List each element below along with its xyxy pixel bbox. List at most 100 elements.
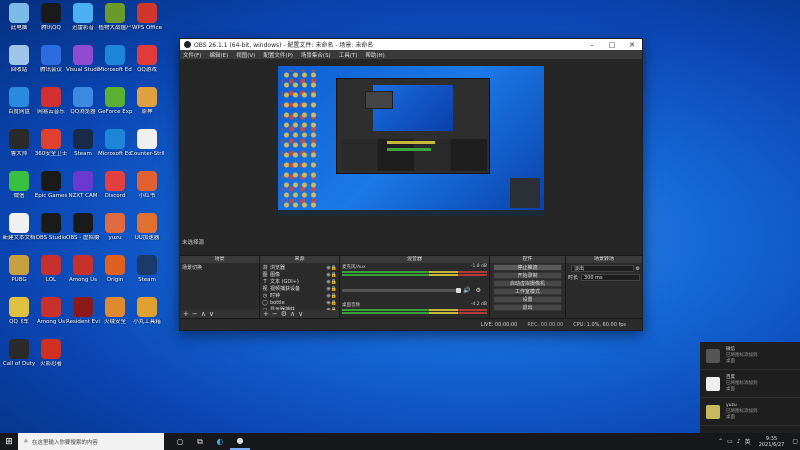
studio-mode-button[interactable]: 工作室模式	[493, 288, 562, 295]
desktop-icon[interactable]: QQ飞车	[2, 297, 36, 337]
source-item[interactable]: 图图像 ◉ 🔒	[262, 271, 337, 279]
notification-item[interactable]: yuzu 已将图标添加到 桌面	[700, 398, 800, 426]
desktop-icon[interactable]: GeForce Experience	[98, 87, 132, 127]
desktop-icon[interactable]: LOL	[34, 255, 68, 295]
desktop-icon[interactable]: Among Us	[34, 297, 68, 337]
desktop-icon[interactable]: Counter-Strike	[130, 129, 164, 169]
source-name: 文本 (GDI+)	[270, 279, 299, 285]
desktop-icon[interactable]: Discord	[98, 171, 132, 211]
desktop-icon[interactable]: 360安全卫士	[34, 129, 68, 169]
menu-profile[interactable]: 配置文件(P)	[263, 51, 293, 59]
desktop-icon[interactable]: 百度网盘	[2, 87, 36, 127]
desktop-icon[interactable]: 小红书	[130, 171, 164, 211]
desktop-icon[interactable]: Steam	[130, 255, 164, 295]
desktop-icon[interactable]: Steam	[66, 129, 100, 169]
source-item[interactable]: ◯ bottle ◉ 🔒	[262, 299, 337, 306]
desktop-icon[interactable]: 腾讯会议	[34, 45, 68, 85]
desktop-icon[interactable]: 原神	[130, 87, 164, 127]
desktop-icon[interactable]: Microsoft Edge	[98, 129, 132, 169]
settings-button[interactable]: 设置	[493, 296, 562, 303]
transition-type-select[interactable]: 淡出	[571, 265, 634, 272]
obs-titlebar[interactable]: OBS 26.1.1 (64-bit, windows) - 配置文件: 未命名…	[180, 39, 642, 50]
lock-icon[interactable]: 🔒	[331, 272, 337, 278]
desktop-icon[interactable]: 网易云音乐	[34, 87, 68, 127]
desktop-icon[interactable]: 小丸工具箱	[130, 297, 164, 337]
obs-window[interactable]: OBS 26.1.1 (64-bit, windows) - 配置文件: 未命名…	[179, 38, 643, 331]
maximize-icon[interactable]: □	[602, 41, 622, 49]
menu-tools[interactable]: 工具(T)	[339, 51, 358, 59]
gear-icon[interactable]: ⚙	[636, 266, 640, 272]
cortana-icon[interactable]: ○	[170, 433, 190, 450]
scene-item[interactable]: 场景切换	[182, 264, 257, 271]
desktop-icon[interactable]: 迅雷影音	[66, 3, 100, 43]
close-icon[interactable]: ✕	[622, 41, 642, 49]
menu-edit[interactable]: 编辑(E)	[209, 51, 228, 59]
notification-center-icon[interactable]: ▢	[792, 438, 798, 445]
desktop-icon[interactable]: Call of Duty	[2, 339, 36, 379]
menu-help[interactable]: 帮助(H)	[365, 51, 384, 59]
volume-icon[interactable]: ♪	[737, 438, 741, 445]
volume-slider[interactable]	[342, 288, 461, 293]
clock-date: 2021/6/27	[758, 441, 785, 448]
preview-canvas[interactable]	[278, 66, 544, 216]
lock-icon[interactable]: 🔒	[331, 279, 337, 285]
desktop-icon[interactable]: 回收站	[2, 45, 36, 85]
desktop-icon[interactable]: WPS Office	[130, 3, 164, 43]
desktop-icon[interactable]: QQ浏览器	[66, 87, 100, 127]
input-method-icon[interactable]: 英	[745, 437, 751, 446]
source-item[interactable]: 视视频捕获设备 ◉ 🔒	[262, 285, 337, 293]
desktop-icon[interactable]: UU加速器	[130, 213, 164, 253]
desktop-icon[interactable]: Among Us	[66, 255, 100, 295]
notification-item[interactable]: 百度 已将图标添加到 桌面	[700, 370, 800, 398]
clock[interactable]: 9:35 2021/6/27	[759, 436, 785, 448]
source-item[interactable]: T 文本 (GDI+) ◉ 🔒	[262, 278, 337, 286]
network-icon[interactable]: ▭	[727, 438, 733, 445]
desktop-icon[interactable]: 新建文本文档	[2, 213, 36, 253]
windows-start-icon[interactable]: ⊞	[0, 433, 18, 450]
desktop-icon[interactable]: Epic Games	[34, 171, 68, 211]
gear-icon[interactable]: ⚙	[476, 287, 481, 294]
desktop-icon[interactable]: 腾讯QQ	[34, 3, 68, 43]
edge-icon[interactable]: ◐	[210, 433, 230, 450]
desktop-icon[interactable]: yuzu	[98, 213, 132, 253]
desktop-icon[interactable]: 火影忍者	[34, 339, 68, 379]
desktop-icon[interactable]: 微信	[2, 171, 36, 211]
desktop-icon[interactable]: NZXT CAM	[66, 171, 100, 211]
desktop-icon[interactable]: Resident Evil	[66, 297, 100, 337]
obs-taskbar-icon[interactable]: ●	[230, 433, 250, 450]
lock-icon[interactable]: 🔒	[331, 265, 337, 271]
desktop-icon[interactable]: Microsoft Edge	[98, 45, 132, 85]
notification-footer: 桌面	[726, 386, 735, 392]
lock-icon[interactable]: 🔒	[331, 286, 337, 292]
menu-scene-collection[interactable]: 场景集合(S)	[301, 51, 331, 59]
exit-button[interactable]: 退出	[493, 304, 562, 311]
minimize-icon[interactable]: –	[582, 41, 602, 49]
desktop-icon[interactable]: 火绒安全	[98, 297, 132, 337]
desktop-icon[interactable]: OBS Studio	[34, 213, 68, 253]
start-recording-button[interactable]: 开始录制	[493, 272, 562, 279]
desktop-icon[interactable]: PUBG	[2, 255, 36, 295]
lock-icon[interactable]: 🔒	[331, 293, 337, 299]
app-icon	[706, 348, 720, 363]
start-virtual-camera-button[interactable]: 启动虚拟摄像机	[493, 280, 562, 287]
desktop-icon[interactable]: 此电脑	[2, 3, 36, 43]
chevron-up-icon[interactable]: ⌃	[718, 438, 723, 445]
desktop-icon[interactable]: Origin	[98, 255, 132, 295]
stop-streaming-button[interactable]: 停止推流	[493, 264, 562, 271]
desktop-icon[interactable]: Visual Studio	[66, 45, 100, 85]
desktop-icon[interactable]: QQ游戏	[130, 45, 164, 85]
menu-file[interactable]: 文件(F)	[183, 51, 201, 59]
desktop-icon[interactable]: 鲁大师	[2, 129, 36, 169]
taskbar-search[interactable]: ⌕ 在这里输入你要搜索的内容	[18, 433, 164, 450]
notification-item[interactable]: 微信 已将图标添加到 桌面	[700, 342, 800, 370]
desktop-icon[interactable]: OBS - 虚拟摄像头	[66, 213, 100, 253]
task-view-icon[interactable]: ⧉	[190, 433, 210, 450]
source-item[interactable]: ◷ 时钟 ◉ 🔒	[262, 292, 337, 300]
speaker-icon[interactable]: 🔊	[463, 287, 470, 294]
duration-input[interactable]: 300 ms	[581, 274, 640, 281]
transitions-panel-title: 场景转场	[566, 256, 642, 263]
desktop-icon[interactable]: 植物大战僵尸	[98, 3, 132, 43]
lock-icon[interactable]: 🔒	[331, 300, 337, 306]
menu-view[interactable]: 视图(V)	[236, 51, 255, 59]
source-item[interactable]: 浏浏览器 ◉ 🔒	[262, 264, 337, 272]
